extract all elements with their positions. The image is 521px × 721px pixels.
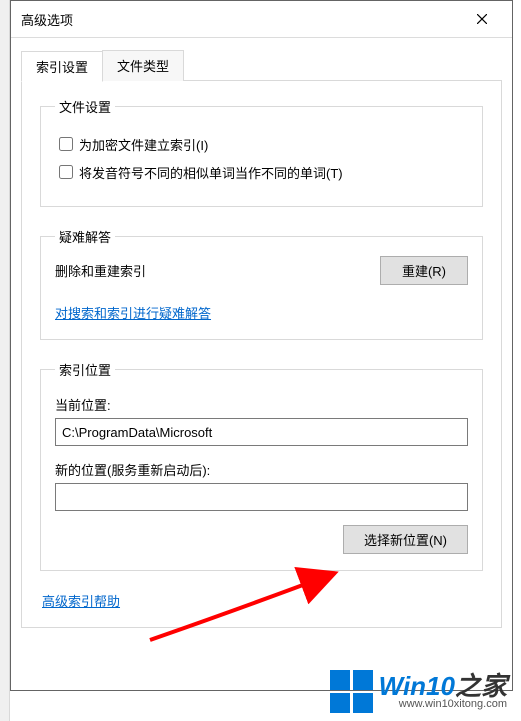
watermark-brand: Win10之家 bbox=[379, 673, 507, 699]
left-gutter bbox=[0, 0, 10, 721]
index-location-legend: 索引位置 bbox=[55, 360, 115, 379]
troubleshoot-desc: 删除和重建索引 bbox=[55, 261, 146, 280]
new-location-label: 新的位置(服务重新启动后): bbox=[55, 460, 468, 479]
new-location-field[interactable] bbox=[55, 483, 468, 511]
current-location-field[interactable] bbox=[55, 418, 468, 446]
windows-logo-icon bbox=[330, 670, 373, 713]
help-link-row: 高级索引帮助 bbox=[40, 591, 483, 611]
titlebar: 高级选项 bbox=[11, 1, 512, 38]
watermark-brand-suffix: 之家 bbox=[455, 671, 507, 701]
encrypted-checkbox[interactable] bbox=[59, 137, 73, 151]
tab-file-types[interactable]: 文件类型 bbox=[102, 50, 184, 81]
encrypted-checkbox-row[interactable]: 为加密文件建立索引(I) bbox=[55, 134, 468, 154]
tab-panel: 文件设置 为加密文件建立索引(I) 将发音符号不同的相似单词当作不同的单词(T)… bbox=[21, 80, 502, 628]
select-new-location-button[interactable]: 选择新位置(N) bbox=[343, 525, 468, 554]
file-settings-legend: 文件设置 bbox=[55, 97, 115, 116]
close-button[interactable] bbox=[462, 7, 502, 31]
watermark-text: Win10之家 www.win10xitong.com bbox=[379, 673, 507, 710]
tab-strip: 索引设置 文件类型 bbox=[21, 50, 502, 81]
tab-index-settings[interactable]: 索引设置 bbox=[21, 51, 103, 82]
dialog-content: 索引设置 文件类型 文件设置 为加密文件建立索引(I) 将发音符号不同的相似单词… bbox=[11, 38, 512, 690]
diacritics-checkbox-row[interactable]: 将发音符号不同的相似单词当作不同的单词(T) bbox=[55, 162, 468, 182]
advanced-options-dialog: 高级选项 索引设置 文件类型 文件设置 为加密文件建立索引(I) 将发音符号不同… bbox=[10, 0, 513, 691]
troubleshoot-link[interactable]: 对搜索和索引进行疑难解答 bbox=[55, 306, 211, 321]
index-location-group: 索引位置 当前位置: 新的位置(服务重新启动后): 选择新位置(N) bbox=[40, 360, 483, 571]
current-location-label: 当前位置: bbox=[55, 395, 468, 414]
encrypted-label: 为加密文件建立索引(I) bbox=[79, 135, 208, 154]
advanced-index-help-link[interactable]: 高级索引帮助 bbox=[42, 594, 120, 609]
close-icon bbox=[477, 14, 487, 24]
watermark-url: www.win10xitong.com bbox=[379, 699, 507, 710]
watermark-brand-prefix: Win10 bbox=[379, 671, 455, 701]
troubleshoot-legend: 疑难解答 bbox=[55, 227, 115, 246]
troubleshoot-group: 疑难解答 删除和重建索引 重建(R) 对搜索和索引进行疑难解答 bbox=[40, 227, 483, 340]
watermark: Win10之家 www.win10xitong.com bbox=[330, 670, 507, 713]
select-location-row: 选择新位置(N) bbox=[55, 525, 468, 554]
diacritics-label: 将发音符号不同的相似单词当作不同的单词(T) bbox=[79, 163, 343, 182]
file-settings-group: 文件设置 为加密文件建立索引(I) 将发音符号不同的相似单词当作不同的单词(T) bbox=[40, 97, 483, 207]
rebuild-button[interactable]: 重建(R) bbox=[380, 256, 468, 285]
diacritics-checkbox[interactable] bbox=[59, 165, 73, 179]
window-title: 高级选项 bbox=[21, 10, 73, 29]
troubleshoot-row: 删除和重建索引 重建(R) bbox=[55, 256, 468, 285]
